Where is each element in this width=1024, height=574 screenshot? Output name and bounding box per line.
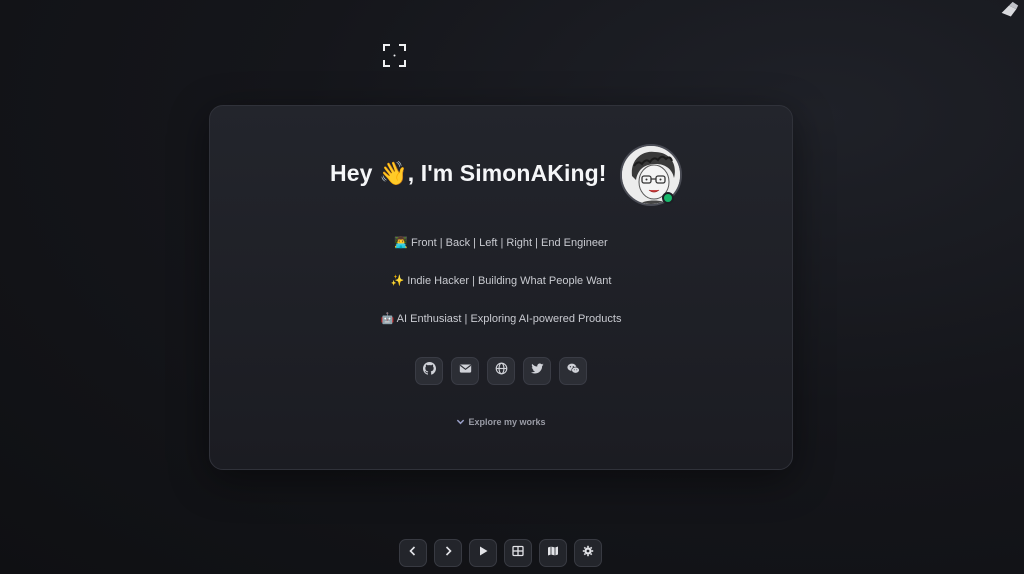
- next-button[interactable]: [434, 539, 462, 567]
- chevron-down-icon: [456, 417, 465, 428]
- previous-button[interactable]: [399, 539, 427, 567]
- gear-icon: [582, 544, 594, 562]
- wechat-button[interactable]: [559, 357, 587, 385]
- profile-card: Hey 👋, I'm SimonAKing!: [209, 105, 793, 470]
- twitter-button[interactable]: [523, 357, 551, 385]
- map-button[interactable]: [539, 539, 567, 567]
- chevron-right-icon: [442, 544, 454, 562]
- play-button[interactable]: [469, 539, 497, 567]
- explore-label: Explore my works: [468, 417, 546, 427]
- tagline-ai: 🤖 AI Enthusiast | Exploring AI-powered P…: [380, 313, 622, 325]
- fork-corner-icon[interactable]: [998, 0, 1020, 22]
- online-status-indicator: [662, 192, 674, 204]
- page-title: Hey 👋, I'm SimonAKing!: [330, 160, 607, 186]
- twitter-icon: [530, 362, 544, 380]
- github-button[interactable]: [415, 357, 443, 385]
- heading-row: Hey 👋, I'm SimonAKing!: [210, 142, 792, 208]
- tagline-engineer: 👨‍💻 Front | Back | Left | Right | End En…: [394, 237, 608, 249]
- tagline-indie-hacker: ✨ Indie Hacker | Building What People Wa…: [390, 275, 612, 287]
- grid-icon: [512, 544, 524, 562]
- wechat-icon: [566, 362, 580, 380]
- email-button[interactable]: [451, 357, 479, 385]
- map-icon: [547, 544, 559, 562]
- play-icon: [477, 544, 489, 562]
- slide-controls: [399, 539, 602, 567]
- settings-button[interactable]: [574, 539, 602, 567]
- overview-button[interactable]: [504, 539, 532, 567]
- github-icon: [422, 362, 436, 380]
- explore-link[interactable]: Explore my works: [210, 417, 792, 428]
- website-button[interactable]: [487, 357, 515, 385]
- globe-icon: [495, 362, 508, 380]
- social-links: [415, 357, 587, 385]
- mail-icon: [459, 362, 472, 380]
- chevron-left-icon: [407, 544, 419, 562]
- fullscreen-icon[interactable]: [383, 44, 406, 67]
